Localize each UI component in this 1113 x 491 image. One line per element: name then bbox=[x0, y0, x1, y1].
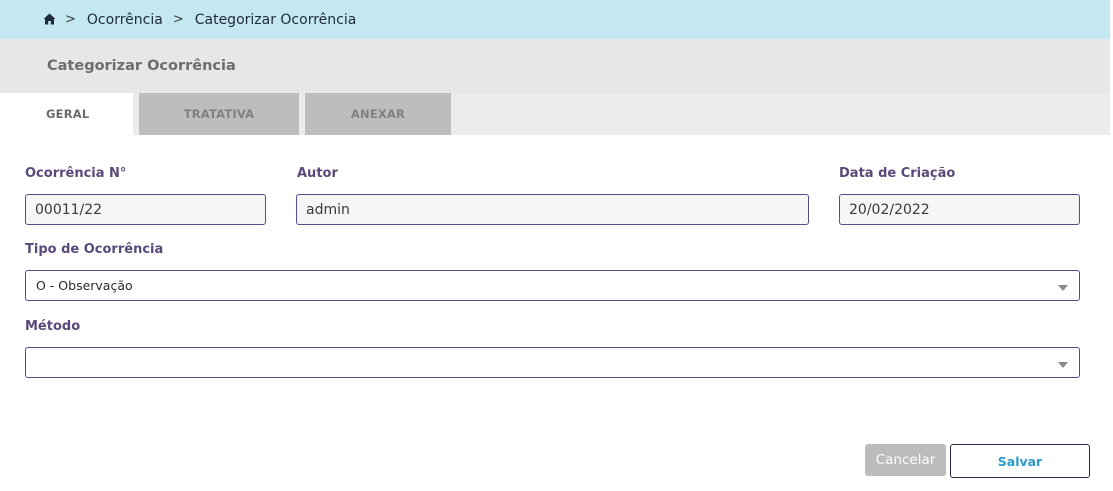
page-header: Categorizar Ocorrência bbox=[0, 39, 1110, 93]
tab-geral[interactable]: GERAL bbox=[0, 93, 133, 135]
tipo-ocorrencia-select[interactable]: O - Observação bbox=[25, 270, 1080, 301]
save-button[interactable]: Salvar bbox=[950, 444, 1090, 478]
metodo-select[interactable] bbox=[25, 347, 1080, 378]
chevron-down-icon[interactable] bbox=[1058, 362, 1068, 368]
data-criacao-field[interactable]: 20/02/2022 bbox=[839, 194, 1080, 225]
cancel-button[interactable]: Cancelar bbox=[865, 444, 946, 476]
page-title: Categorizar Ocorrência bbox=[47, 58, 236, 74]
autor-label: Autor bbox=[297, 166, 338, 181]
autor-field[interactable]: admin bbox=[296, 194, 809, 225]
breadcrumb: > Ocorrência > Categorizar Ocorrência bbox=[0, 0, 1110, 39]
home-icon[interactable] bbox=[43, 13, 56, 25]
breadcrumb-separator: > bbox=[172, 12, 184, 27]
tab-bar: GERAL TRATATIVA ANEXAR bbox=[0, 93, 1110, 135]
ocorrencia-numero-field[interactable]: 00011/22 bbox=[25, 194, 266, 225]
tab-tratativa[interactable]: TRATATIVA bbox=[139, 93, 299, 135]
tab-anexar[interactable]: ANEXAR bbox=[305, 93, 451, 135]
tipo-ocorrencia-value: O - Observação bbox=[36, 278, 133, 293]
breadcrumb-item-categorizar: Categorizar Ocorrência bbox=[194, 11, 357, 28]
ocorrencia-numero-label: Ocorrência N° bbox=[25, 166, 127, 181]
breadcrumb-item-ocorrencia[interactable]: Ocorrência bbox=[87, 12, 163, 28]
chevron-down-icon[interactable] bbox=[1058, 285, 1068, 291]
tipo-ocorrencia-label: Tipo de Ocorrência bbox=[25, 242, 164, 257]
data-criacao-label: Data de Criação bbox=[839, 166, 956, 181]
metodo-label: Método bbox=[25, 319, 81, 334]
breadcrumb-separator: > bbox=[65, 12, 76, 27]
